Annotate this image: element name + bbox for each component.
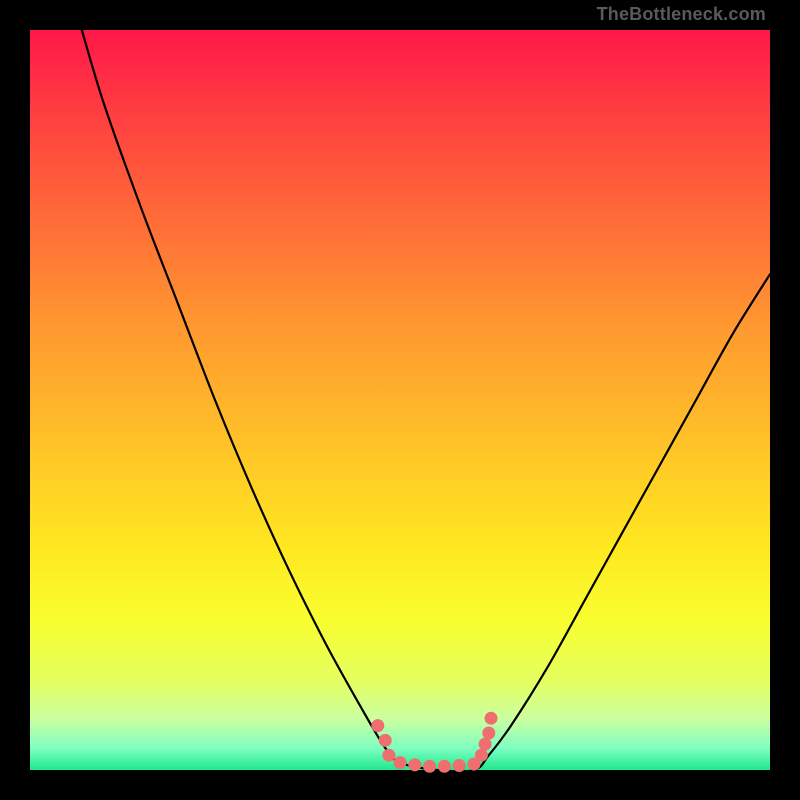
highlight-dot bbox=[453, 759, 466, 772]
highlight-dot bbox=[394, 756, 407, 769]
highlight-dot bbox=[371, 719, 384, 732]
bottleneck-curve-path bbox=[82, 30, 770, 771]
highlight-dots-group bbox=[371, 712, 497, 773]
highlight-dot bbox=[479, 738, 492, 751]
highlight-dot bbox=[408, 758, 421, 771]
highlight-dot bbox=[379, 734, 392, 747]
highlight-dot bbox=[423, 760, 436, 773]
highlight-dot bbox=[475, 749, 488, 762]
highlight-dot bbox=[438, 760, 451, 773]
outer-frame: TheBottleneck.com bbox=[0, 0, 800, 800]
highlight-dot bbox=[485, 712, 498, 725]
watermark-text: TheBottleneck.com bbox=[597, 4, 766, 25]
highlight-dot bbox=[482, 727, 495, 740]
highlight-dot bbox=[382, 749, 395, 762]
chart-svg bbox=[30, 30, 770, 770]
plot-area bbox=[30, 30, 770, 770]
